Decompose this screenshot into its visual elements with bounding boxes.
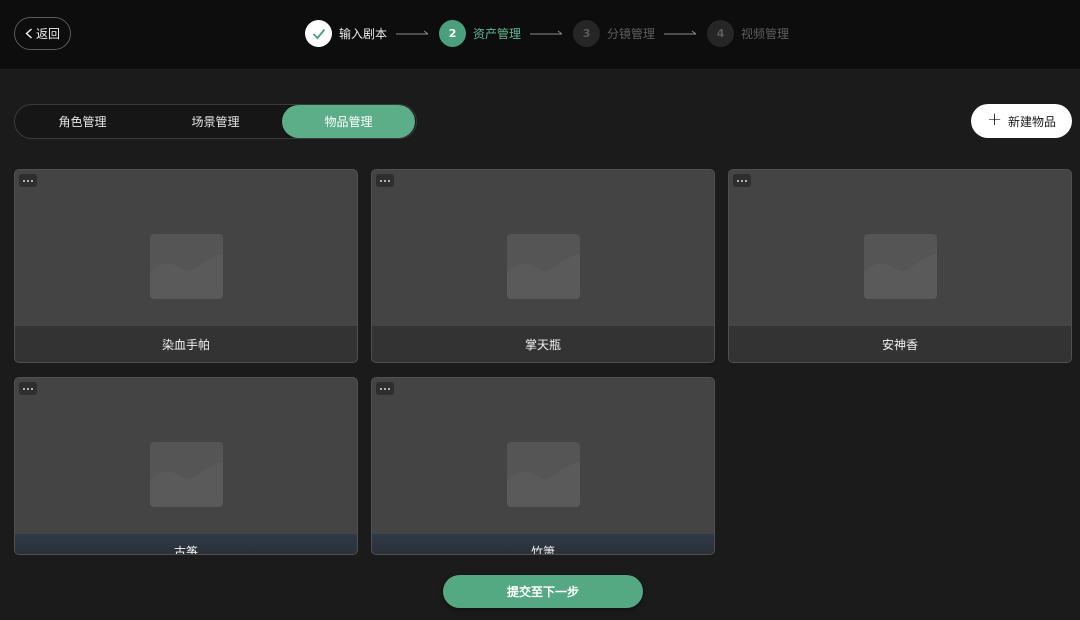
step-arrow-icon	[530, 30, 563, 34]
item-card[interactable]: 古筝	[14, 377, 358, 555]
item-name: 古筝	[15, 534, 357, 554]
more-options-icon[interactable]	[733, 174, 751, 187]
step-arrow-icon	[664, 30, 697, 34]
plus-icon: +	[986, 109, 1003, 130]
tab-items[interactable]: 物品管理	[282, 105, 415, 138]
new-item-button-label: 新建物品	[1008, 114, 1057, 129]
item-card[interactable]: 染血手帕	[14, 169, 358, 363]
progress-stepper: 输入剧本 2 资产管理 3 分镜管理 4 视频管理	[305, 20, 789, 47]
more-options-icon[interactable]	[19, 174, 37, 187]
image-placeholder-icon	[507, 442, 580, 507]
step-label: 分镜管理	[607, 27, 656, 41]
top-bar: 返回 输入剧本 2 资产管理 3 分镜管理 4 视频管理	[0, 0, 1080, 70]
step-arrow-icon	[396, 30, 429, 34]
more-options-icon[interactable]	[376, 382, 394, 395]
image-placeholder-icon	[507, 234, 580, 299]
step-number: 4	[707, 20, 735, 47]
step-done-indicator	[305, 20, 332, 47]
step-number: 2	[439, 20, 467, 47]
item-name: 安神香	[729, 326, 1071, 362]
item-card[interactable]: 竹箫	[371, 377, 715, 555]
step-4[interactable]: 4 视频管理	[707, 20, 789, 47]
more-options-icon[interactable]	[376, 174, 394, 187]
step-label: 资产管理	[473, 27, 522, 41]
item-name: 竹箫	[372, 534, 714, 554]
chevron-left-icon	[25, 28, 32, 39]
item-name: 染血手帕	[15, 326, 357, 362]
checkmark-icon	[312, 28, 325, 39]
step-3[interactable]: 3 分镜管理	[573, 20, 655, 47]
asset-tabs: 角色管理 场景管理 物品管理	[14, 104, 417, 139]
item-card[interactable]: 安神香	[728, 169, 1072, 363]
item-name: 掌天瓶	[372, 326, 714, 362]
image-placeholder-icon	[150, 442, 223, 507]
more-options-icon[interactable]	[19, 382, 37, 395]
submit-next-step-button[interactable]: 提交至下一步	[443, 575, 643, 608]
tab-scenes[interactable]: 场景管理	[149, 105, 282, 138]
step-2[interactable]: 2 资产管理	[439, 20, 521, 47]
step-label: 视频管理	[741, 27, 790, 41]
image-placeholder-icon	[864, 234, 937, 299]
step-number: 3	[573, 20, 601, 47]
new-item-button[interactable]: + 新建物品	[971, 104, 1072, 138]
step-label: 输入剧本	[339, 27, 388, 41]
item-card[interactable]: 掌天瓶	[371, 169, 715, 363]
tab-characters[interactable]: 角色管理	[16, 105, 149, 138]
back-button-label: 返回	[35, 27, 60, 41]
step-1[interactable]: 输入剧本	[305, 20, 387, 47]
back-button[interactable]: 返回	[14, 17, 71, 50]
image-placeholder-icon	[150, 234, 223, 299]
